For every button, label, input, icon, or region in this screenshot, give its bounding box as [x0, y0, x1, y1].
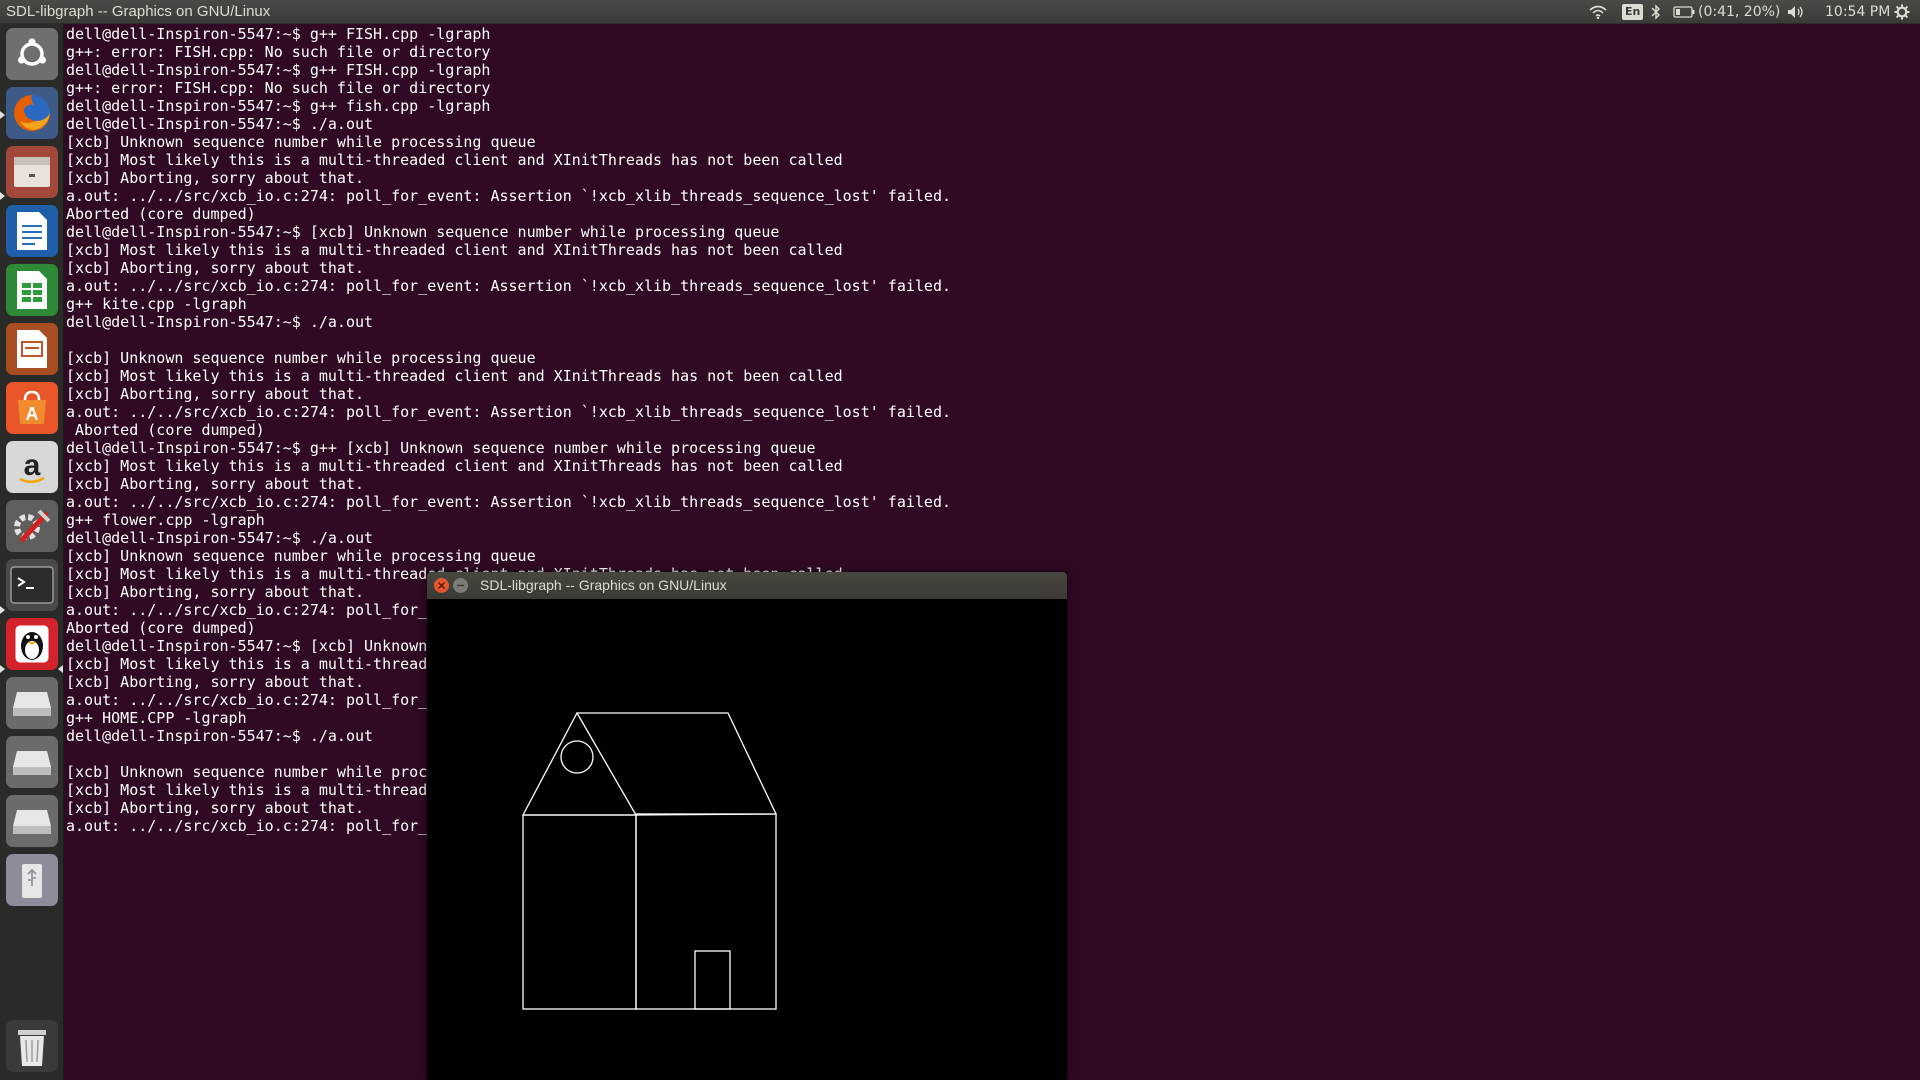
terminal-line: g++ flower.cpp -lgraph	[66, 511, 265, 529]
libreoffice-impress-icon[interactable]	[6, 323, 58, 375]
terminal-line: dell@dell-Inspiron-5547:~$ ./a.out	[66, 529, 374, 547]
close-icon[interactable]	[434, 578, 449, 593]
focused-indicator	[58, 665, 63, 673]
files-icon[interactable]	[6, 146, 58, 198]
ubuntu-dash-icon[interactable]	[6, 28, 58, 80]
drive-icon[interactable]	[6, 795, 58, 847]
terminal-line: a.out: ../../src/xcb_io.c:274: poll_for_…	[66, 403, 952, 421]
trash-icon[interactable]	[6, 1020, 58, 1072]
drive-icon[interactable]	[6, 736, 58, 788]
terminal-line: [xcb] Unknown sequence number while proc…	[66, 349, 536, 367]
terminal-line: [xcb] Unknown sequence number while proc…	[66, 547, 536, 565]
house-window-circle	[560, 740, 594, 774]
terminal-line: [xcb] Most likely this is a multi-thread…	[66, 457, 843, 475]
settings-gear-icon[interactable]	[1894, 0, 1910, 24]
terminal-line: [xcb] Unknown sequence number while proc…	[66, 133, 536, 151]
top-panel: SDL-libgraph -- Graphics on GNU/Linux En…	[0, 0, 1920, 24]
terminal-line: g++ kite.cpp -lgraph	[66, 295, 247, 313]
clock-label: 10:54 PM	[1825, 4, 1891, 20]
terminal-line: [xcb] Aborting, sorry about that.	[66, 385, 365, 403]
svg-text:a: a	[24, 449, 41, 482]
running-indicator	[0, 111, 5, 119]
terminal-line: dell@dell-Inspiron-5547:~$ ./a.out	[66, 115, 374, 133]
volume-icon[interactable]	[1787, 0, 1805, 24]
terminal-line: g++: error: FISH.cpp: No such file or di…	[66, 43, 491, 61]
house-roof-front	[521, 711, 638, 816]
minimize-icon[interactable]	[453, 578, 468, 593]
terminal-line: dell@dell-Inspiron-5547:~$ g++ [xcb] Unk…	[66, 439, 816, 457]
terminal-line: dell@dell-Inspiron-5547:~$ g++ FISH.cpp …	[66, 25, 491, 43]
graphics-window[interactable]: SDL-libgraph -- Graphics on GNU/Linux	[427, 572, 1067, 1080]
amazon-icon[interactable]: a	[6, 441, 58, 493]
terminal-line: a.out: ../../src/xcb_io.c:274: poll_for_…	[66, 187, 952, 205]
bluetooth-icon[interactable]	[1651, 0, 1661, 24]
launcher: A a	[0, 24, 64, 1080]
keyboard-layout-label: En	[1622, 4, 1644, 20]
drive-icon[interactable]	[6, 677, 58, 729]
running-indicator	[0, 606, 5, 614]
ubuntu-software-icon[interactable]: A	[6, 382, 58, 434]
battery-icon	[1673, 6, 1695, 18]
terminal-line: g++: error: FISH.cpp: No such file or di…	[66, 79, 491, 97]
terminal-line: dell@dell-Inspiron-5547:~$ g++ FISH.cpp …	[66, 61, 491, 79]
terminal-line: dell@dell-Inspiron-5547:~$ ./a.out	[66, 313, 374, 331]
house-wall-side	[635, 813, 777, 1010]
terminal-line: Aborted (core dumped)	[66, 421, 265, 439]
firefox-icon[interactable]	[6, 87, 58, 139]
terminal-line: dell@dell-Inspiron-5547:~$ [xcb] Unknown…	[66, 223, 780, 241]
active-app-title: SDL-libgraph -- Graphics on GNU/Linux	[6, 3, 271, 20]
clock[interactable]: 10:54 PM	[1825, 0, 1890, 24]
keyboard-layout-indicator[interactable]: En	[1622, 0, 1644, 24]
graphics-canvas	[521, 711, 778, 1010]
terminal-line: [xcb] Most likely this is a multi-thread…	[66, 241, 843, 259]
terminal-line: [xcb] Most likely this is a multi-thread…	[66, 151, 843, 169]
terminal-line: Aborted (core dumped)	[66, 205, 256, 223]
house-door	[694, 950, 731, 1010]
libreoffice-calc-icon[interactable]	[6, 264, 58, 316]
battery-indicator[interactable]: (0:41, 20%)	[1673, 0, 1780, 24]
battery-status: (0:41, 20%)	[1698, 4, 1781, 20]
terminal-line: [xcb] Most likely this is a multi-thread…	[66, 367, 843, 385]
running-indicator	[0, 665, 5, 673]
window-title: SDL-libgraph -- Graphics on GNU/Linux	[480, 577, 727, 593]
terminal-line: [xcb] Aborting, sorry about that.	[66, 475, 365, 493]
window-titlebar[interactable]: SDL-libgraph -- Graphics on GNU/Linux	[427, 572, 1067, 599]
usb-drive-icon[interactable]	[6, 854, 58, 906]
system-settings-icon[interactable]	[6, 500, 58, 552]
terminal-line: dell@dell-Inspiron-5547:~$ g++ fish.cpp …	[66, 97, 491, 115]
libreoffice-writer-icon[interactable]	[6, 205, 58, 257]
terminal-line: a.out: ../../src/xcb_io.c:274: poll_for_…	[66, 277, 952, 295]
house-wall-front	[522, 814, 637, 1010]
terminal-line: [xcb] Aborting, sorry about that.	[66, 169, 365, 187]
turbo-c-penguin-icon[interactable]	[6, 618, 58, 670]
terminal-icon[interactable]	[6, 559, 58, 611]
running-indicator	[0, 192, 5, 200]
terminal-line: [xcb] Aborting, sorry about that.	[66, 259, 365, 277]
svg-text:A: A	[26, 404, 39, 424]
terminal-line: a.out: ../../src/xcb_io.c:274: poll_for_…	[66, 493, 952, 511]
wifi-icon[interactable]	[1589, 0, 1607, 24]
